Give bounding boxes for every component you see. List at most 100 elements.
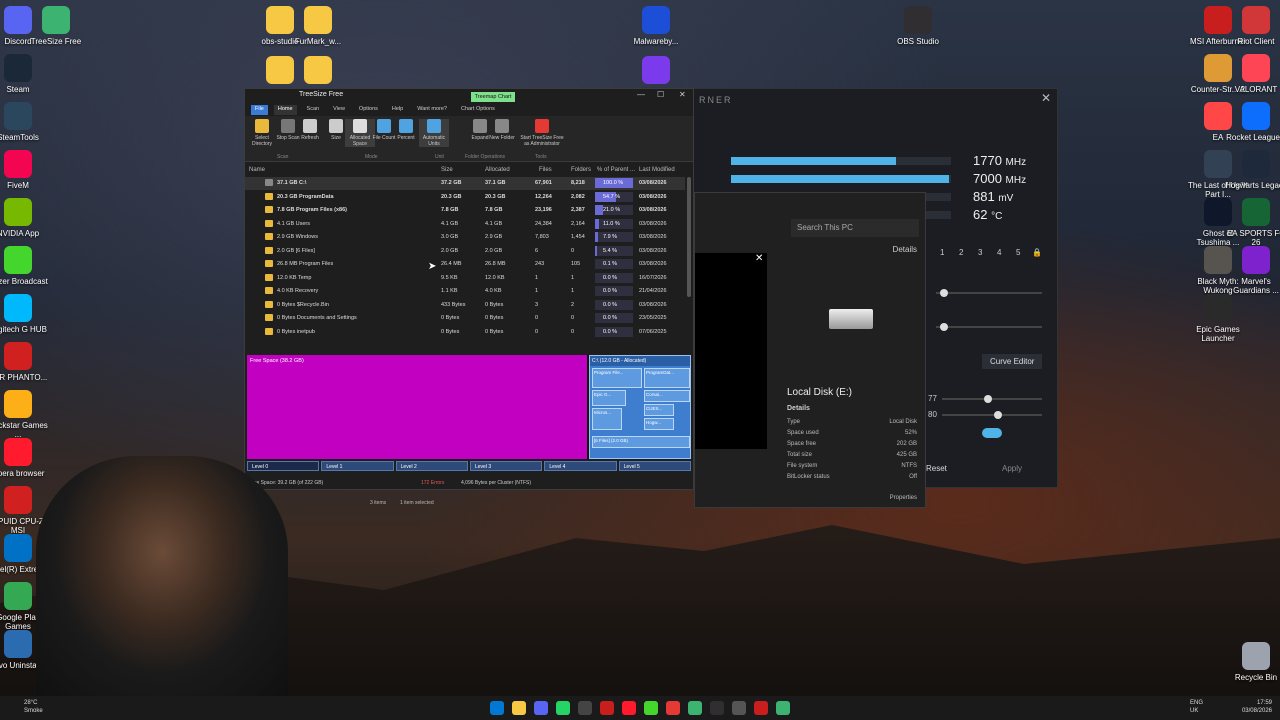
table-row[interactable]: 4.0 KB Recovery 1.1 KB 4.0 KB 1 1 21/04/2026 0… (245, 285, 685, 298)
desktop-icon[interactable]: Riot Client (1224, 6, 1280, 46)
desktop-icon[interactable]: Hogwarts Legacy (1224, 150, 1280, 190)
table-row[interactable]: 0 Bytes inetpub 0 Bytes 0 Bytes 0 0 07/06/202… (245, 326, 685, 339)
col-files[interactable]: Files (539, 167, 552, 173)
errors-status[interactable]: 172 Errors (421, 480, 444, 486)
start-icon[interactable] (490, 701, 504, 715)
col-allocated[interactable]: Allocated (485, 167, 510, 173)
profile-5[interactable]: 5 (1016, 248, 1020, 257)
brave-icon[interactable] (600, 701, 614, 715)
weather-widget[interactable]: 28°C Smoke (24, 699, 43, 715)
profile-3[interactable]: 3 (978, 248, 982, 257)
treemap-free-space[interactable]: Free Space (38.2 GB) (247, 355, 587, 459)
desktop-icon[interactable]: FurMark_w... (286, 6, 350, 46)
ribbon-button[interactable]: Percent (391, 119, 421, 141)
desktop-icon[interactable]: ASR PHANTO... (0, 342, 50, 382)
file-explorer-icon[interactable] (512, 701, 526, 715)
col-size[interactable]: Size (441, 167, 453, 173)
details-button[interactable]: Details (893, 245, 917, 254)
ribbon-tab[interactable]: Scan (303, 105, 324, 115)
treemap-c-drive[interactable]: C:\ (12.0 GB - Allocated) Program File..… (589, 355, 691, 459)
treemap-chart[interactable]: Free Space (38.2 GB) C:\ (12.0 GB - Allo… (247, 355, 691, 459)
minimize-icon[interactable]: — (637, 90, 645, 99)
chrome-icon[interactable] (666, 701, 680, 715)
maximize-icon[interactable]: ☐ (657, 90, 664, 99)
ribbon-button[interactable]: New Folder (487, 119, 517, 141)
lock-icon[interactable]: 🔒 (1032, 248, 1042, 257)
level-1[interactable]: Level 1 (321, 461, 394, 471)
treemap-box[interactable]: Epic G... (592, 390, 626, 406)
ribbon-button[interactable]: Start TreeSize Free as Administrator (517, 119, 567, 147)
profile-1[interactable]: 1 (940, 248, 944, 257)
col-name[interactable]: Name (249, 167, 265, 173)
desktop-icon[interactable]: OBS Studio (886, 6, 950, 46)
table-row[interactable]: 4.1 GB Users 4.1 GB 4.1 GB 24,384 2,164 03/08… (245, 218, 685, 231)
desktop-icon[interactable]: Steam (0, 54, 50, 94)
slider-4[interactable] (942, 411, 1042, 419)
treesize-icon[interactable] (776, 701, 790, 715)
table-row[interactable]: 2.0 GB [6 Files] 2.0 GB 2.0 GB 6 0 03/08/2026… (245, 245, 685, 258)
desktop-icon[interactable]: EA SPORTS FC 26 (1224, 198, 1280, 247)
ribbon-tab[interactable]: Home (273, 105, 297, 115)
treesize-icon[interactable] (688, 701, 702, 715)
treesize-window[interactable]: TreeSize Free Treemap Chart — ☐ ✕ File Ho… (244, 88, 694, 490)
desktop-icon[interactable]: Rockstar Games ... (0, 390, 50, 439)
ribbon-tab[interactable]: Want more? (413, 105, 451, 115)
afterburner-icon[interactable] (754, 701, 768, 715)
desktop-icon[interactable]: Marvel's Guardians ... (1224, 246, 1280, 295)
table-row[interactable]: 37.1 GB C:\ 37.2 GB 37.1 GB 67,901 8,218 03/0… (245, 177, 685, 190)
level-0[interactable]: Level 0 (247, 461, 320, 471)
table-row[interactable]: 26.8 MB Program Files 26.4 MB 26.8 MB 243 10… (245, 258, 685, 271)
slider-2[interactable] (936, 323, 1042, 331)
col-folders[interactable]: Folders (571, 167, 591, 173)
treemap-box[interactable]: [6 Files] (2.0 GB) (592, 436, 690, 448)
whatsapp-icon[interactable] (556, 701, 570, 715)
slider-1[interactable] (936, 289, 1042, 297)
table-row[interactable]: 12.0 KB Temp 9.5 KB 12.0 KB 1 1 16/07/2026 0.0… (245, 272, 685, 285)
close-icon[interactable]: ✕ (1041, 91, 1051, 105)
treemap-box[interactable]: Hogw... (644, 418, 674, 430)
col-last-modified[interactable]: Last Modified (639, 167, 675, 173)
razer-icon[interactable] (644, 701, 658, 715)
explorer-window[interactable]: Search This PC Details ✕ Local Disk (E:)… (694, 192, 926, 508)
treemap-box[interactable]: ProgramDat... (644, 368, 690, 388)
treemap-box[interactable]: Micros... (592, 408, 622, 430)
treemap-box[interactable]: Corsai... (644, 390, 690, 402)
language-indicator[interactable]: ENG UK (1190, 699, 1203, 715)
obs-icon[interactable] (710, 701, 724, 715)
ribbon-tab[interactable]: Chart Options (457, 105, 499, 115)
treemap-box[interactable]: CUES... (644, 404, 674, 416)
clock[interactable]: 17:59 03/08/2026 (1242, 699, 1272, 715)
slider-3[interactable] (942, 395, 1042, 403)
desktop-icon[interactable]: Epic Games Launcher (1186, 294, 1250, 343)
desktop-icon[interactable]: VALORANT (1224, 54, 1280, 94)
treemap-chart-tab[interactable]: Treemap Chart (471, 92, 515, 102)
curve-editor-button[interactable]: Curve Editor (982, 354, 1043, 369)
level-5[interactable]: Level 5 (618, 461, 691, 471)
ribbon-tab[interactable]: Help (388, 105, 407, 115)
col-percent[interactable]: % of Parent ... (597, 167, 635, 173)
desktop-icon[interactable]: Razer Broadcast (0, 246, 50, 286)
level-3[interactable]: Level 3 (469, 461, 543, 471)
profile-2[interactable]: 2 (959, 248, 963, 257)
desktop-icon[interactable]: Malwareby... (624, 6, 688, 46)
table-row[interactable]: 20.3 GB ProgramData 20.3 GB 20.3 GB 12,264 2… (245, 191, 685, 204)
discord-icon[interactable] (534, 701, 548, 715)
table-row[interactable]: 0 Bytes $Recycle.Bin 433 Bytes 0 Bytes 3 2 03… (245, 299, 685, 312)
level-4[interactable]: Level 4 (544, 461, 617, 471)
desktop-icon[interactable]: Recycle Bin (1224, 642, 1280, 682)
ribbon-button[interactable]: Automatic Units (419, 119, 449, 147)
app-icon[interactable] (578, 701, 592, 715)
desktop-icon[interactable]: SteamTools (0, 102, 50, 142)
app-icon[interactable] (732, 701, 746, 715)
desktop-icon[interactable]: Opera browser (0, 438, 50, 478)
desktop-icon[interactable]: TreeSize Free (24, 6, 88, 46)
search-input[interactable]: Search This PC (791, 219, 919, 237)
scrollbar[interactable] (687, 177, 691, 297)
treemap-box[interactable]: Program File... (592, 368, 642, 388)
opera-icon[interactable] (622, 701, 636, 715)
table-row[interactable]: 2.9 GB Windows 3.0 GB 2.9 GB 7,803 1,454 03/0… (245, 231, 685, 244)
table-row[interactable]: 7.8 GB Program Files (x86) 7.8 GB 7.8 GB 23… (245, 204, 685, 217)
ribbon-tab[interactable]: View (329, 105, 349, 115)
desktop-icon[interactable]: Rocket League® (1224, 102, 1280, 142)
apply-button[interactable]: Apply (1002, 464, 1022, 473)
